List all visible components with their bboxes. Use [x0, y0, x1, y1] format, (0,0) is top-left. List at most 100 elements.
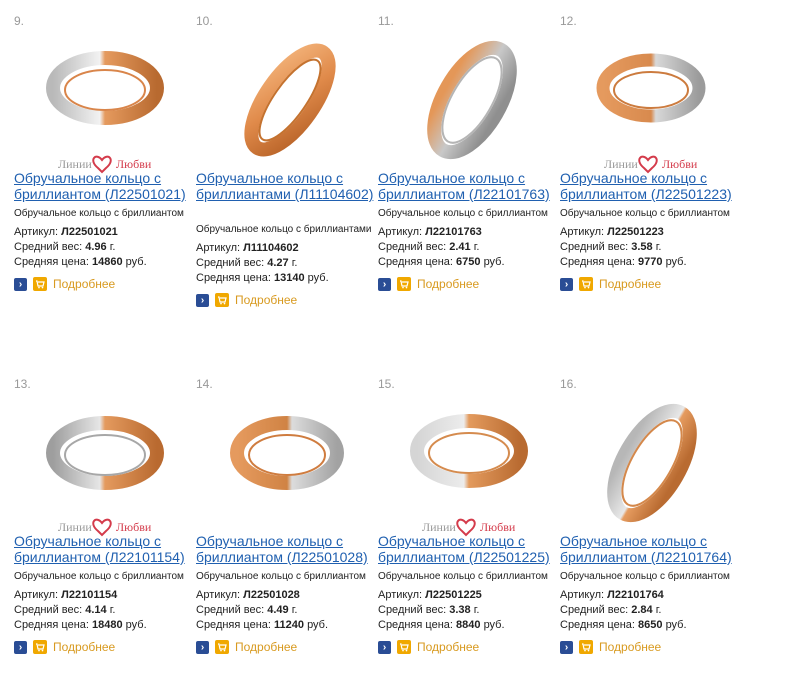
more-link[interactable]: Подробнее: [599, 277, 661, 291]
more-link[interactable]: Подробнее: [599, 640, 661, 654]
weight-unit: г.: [655, 241, 662, 253]
weight-row: Средний вес: 4.49 г.: [196, 603, 376, 618]
product-actions: › Подробнее: [14, 639, 194, 655]
product-title-link[interactable]: Обручальное кольцо с бриллиантом (Л22501…: [378, 533, 560, 565]
price-unit: руб.: [307, 619, 329, 631]
article-row: Артикул: Л22501028: [196, 588, 376, 603]
product-title-link[interactable]: Обручальное кольцо с бриллиантом (Л22501…: [14, 170, 196, 202]
article-label: Артикул:: [196, 589, 241, 601]
product-actions: › Подробнее: [560, 276, 740, 292]
cart-icon[interactable]: [215, 293, 229, 307]
weight-unit: г.: [291, 604, 298, 616]
weight-value: 3.58: [631, 241, 653, 253]
product-title-link[interactable]: Обручальное кольцо с бриллиантом (Л22501…: [560, 170, 742, 202]
product-number: 11.: [378, 14, 394, 28]
product-info: Обручальное кольцо с бриллиантом Артикул…: [560, 208, 740, 292]
product-number: 12.: [560, 14, 577, 28]
svg-text:Линии: Линии: [604, 157, 638, 171]
price-label: Средняя цена:: [14, 619, 89, 631]
weight-value: 4.14: [85, 604, 107, 616]
more-link[interactable]: Подробнее: [417, 640, 479, 654]
ring-image[interactable]: [222, 393, 352, 537]
price-value: 13140: [274, 272, 305, 284]
ring-image[interactable]: [222, 30, 352, 174]
weight-unit: г.: [473, 604, 480, 616]
price-row: Средняя цена: 9770 руб.: [560, 255, 740, 270]
cart-icon[interactable]: [397, 277, 411, 291]
price-label: Средняя цена:: [14, 256, 89, 268]
price-value: 11240: [274, 619, 304, 631]
arrow-right-icon[interactable]: ›: [196, 293, 209, 307]
more-link[interactable]: Подробнее: [417, 277, 479, 291]
svg-text:Любви: Любви: [116, 520, 152, 534]
product-title-link[interactable]: Обручальное кольцо с бриллиантом (Л22501…: [196, 533, 378, 565]
article-row: Артикул: Л22501223: [560, 225, 740, 240]
product-description: Обручальное кольцо с бриллиантом: [560, 571, 730, 582]
cart-icon[interactable]: [397, 640, 411, 654]
price-label: Средняя цена:: [560, 619, 635, 631]
product-number: 16.: [560, 377, 577, 391]
arrow-right-icon[interactable]: ›: [14, 277, 27, 291]
cart-icon[interactable]: [579, 277, 593, 291]
weight-label: Средний вес:: [196, 257, 265, 269]
arrow-right-icon[interactable]: ›: [378, 277, 391, 291]
weight-unit: г.: [473, 241, 480, 253]
more-link[interactable]: Подробнее: [235, 640, 297, 654]
weight-value: 2.41: [449, 241, 471, 253]
product-description: Обручальное кольцо с бриллиантом: [14, 571, 184, 582]
product-info: Обручальное кольцо с бриллиантом Артикул…: [14, 571, 194, 655]
article-value: Л22101763: [425, 226, 482, 238]
cart-icon[interactable]: [579, 640, 593, 654]
product-title-link[interactable]: Обручальное кольцо с бриллиантом (Л22101…: [14, 533, 196, 565]
arrow-right-icon[interactable]: ›: [196, 640, 209, 654]
cart-icon[interactable]: [33, 640, 47, 654]
weight-unit: г.: [655, 604, 662, 616]
product-actions: › Подробнее: [14, 276, 194, 292]
cart-icon[interactable]: [215, 640, 229, 654]
price-unit: руб.: [665, 256, 687, 268]
article-row: Артикул: Л22101763: [378, 225, 558, 240]
weight-row: Средний вес: 3.58 г.: [560, 240, 740, 255]
ring-image[interactable]: [404, 30, 534, 174]
price-unit: руб.: [307, 272, 329, 284]
product-actions: › Подробнее: [378, 639, 558, 655]
ring-image[interactable]: [586, 393, 716, 537]
more-link[interactable]: Подробнее: [53, 640, 115, 654]
weight-label: Средний вес:: [14, 241, 83, 253]
product-grid: 9. Линии Любви Обручальное кольцо с брил…: [0, 0, 799, 678]
product-description: Обручальное кольцо с бриллиантом: [378, 571, 548, 582]
arrow-right-icon[interactable]: ›: [560, 277, 573, 291]
product-info: Обручальное кольцо с бриллиантом Артикул…: [14, 208, 194, 292]
article-label: Артикул:: [378, 226, 423, 238]
product-title-link[interactable]: Обручальное кольцо с бриллиантами (Л1110…: [196, 170, 378, 202]
more-link[interactable]: Подробнее: [53, 277, 115, 291]
article-label: Артикул:: [14, 226, 59, 238]
weight-value: 2.84: [631, 604, 653, 616]
svg-text:Линии: Линии: [58, 520, 92, 534]
more-link[interactable]: Подробнее: [235, 293, 297, 307]
price-value: 18480: [92, 619, 123, 631]
weight-row: Средний вес: 4.27 г.: [196, 256, 376, 271]
weight-unit: г.: [291, 257, 298, 269]
cart-icon[interactable]: [33, 277, 47, 291]
price-label: Средняя цена:: [196, 619, 271, 631]
article-label: Артикул:: [378, 589, 423, 601]
product-title-link[interactable]: Обручальное кольцо с бриллиантом (Л22101…: [378, 170, 560, 202]
price-value: 8840: [456, 619, 481, 631]
article-row: Артикул: Л22501225: [378, 588, 558, 603]
price-unit: руб.: [483, 619, 505, 631]
price-row: Средняя цена: 8840 руб.: [378, 618, 558, 633]
article-value: Л22501021: [61, 226, 118, 238]
price-row: Средняя цена: 8650 руб.: [560, 618, 740, 633]
weight-row: Средний вес: 4.14 г.: [14, 603, 194, 618]
product-number: 13.: [14, 377, 31, 391]
product-description: Обручальное кольцо с бриллиантом: [378, 208, 548, 219]
arrow-right-icon[interactable]: ›: [560, 640, 573, 654]
arrow-right-icon[interactable]: ›: [14, 640, 27, 654]
price-label: Средняя цена:: [560, 256, 635, 268]
product-info: Обручальное кольцо с бриллиантом Артикул…: [196, 571, 376, 655]
weight-row: Средний вес: 3.38 г.: [378, 603, 558, 618]
arrow-right-icon[interactable]: ›: [378, 640, 391, 654]
article-label: Артикул:: [196, 242, 241, 254]
product-title-link[interactable]: Обручальное кольцо с бриллиантом (Л22101…: [560, 533, 742, 565]
